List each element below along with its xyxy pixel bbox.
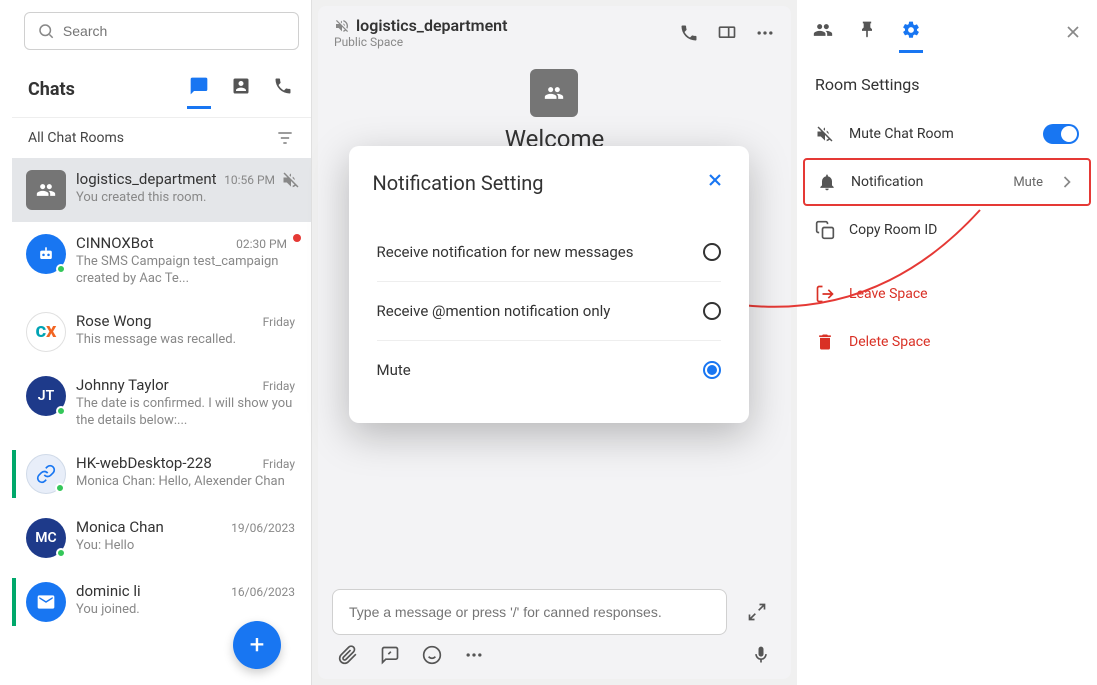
- contact-icon: [231, 76, 251, 96]
- copy-room-id-row[interactable]: Copy Room ID: [797, 206, 1097, 254]
- gear-icon: [901, 20, 921, 40]
- chat-item-1[interactable]: CINNOXBot02:30 PMThe SMS Campaign test_c…: [12, 222, 311, 300]
- modal-title: Notification Setting: [373, 171, 544, 195]
- search-box[interactable]: [24, 12, 299, 50]
- notif-option-1[interactable]: Receive @mention notification only: [377, 281, 721, 340]
- volume-off-icon: [334, 18, 350, 34]
- search-icon: [37, 21, 55, 41]
- mute-toggle[interactable]: [1043, 124, 1079, 144]
- room-name-text: logistics_department: [356, 16, 508, 35]
- leave-icon: [815, 284, 835, 304]
- emoji-icon[interactable]: [422, 645, 442, 665]
- expand-composer[interactable]: [737, 589, 777, 635]
- volume-off-icon: [815, 124, 835, 144]
- more-tools-icon[interactable]: [464, 645, 484, 665]
- chat-icon: [189, 76, 209, 96]
- notification-label: Notification: [851, 174, 999, 190]
- copy-icon: [815, 220, 835, 240]
- rp-tab-pinned[interactable]: [855, 14, 879, 53]
- call-icon[interactable]: [679, 23, 699, 43]
- room-subtitle: Public Space: [334, 35, 679, 49]
- close-panel[interactable]: [1063, 22, 1083, 46]
- room-settings-panel: Room Settings Mute Chat Room Notificatio…: [797, 0, 1097, 685]
- attach-icon[interactable]: [338, 645, 358, 665]
- canned-icon[interactable]: [380, 645, 400, 665]
- chat-list: logistics_department10:56 PMYou created …: [12, 158, 311, 685]
- screen-icon[interactable]: [717, 23, 737, 43]
- more-icon[interactable]: [755, 23, 775, 43]
- chat-item-4[interactable]: HK-webDesktop-228FridayMonica Chan: Hell…: [12, 442, 311, 506]
- filter-label[interactable]: All Chat Rooms: [28, 130, 275, 146]
- chat-item-5[interactable]: MCMonica Chan19/06/2023You: Hello: [12, 506, 311, 570]
- welcome-avatar: [530, 69, 578, 117]
- delete-space-row[interactable]: Delete Space: [797, 318, 1097, 366]
- close-icon: [1063, 22, 1083, 42]
- notification-setting-modal: Notification Setting Receive notificatio…: [349, 146, 749, 423]
- chevron-right-icon: [1057, 172, 1077, 192]
- notification-value: Mute: [1013, 175, 1043, 190]
- mic-icon[interactable]: [751, 645, 771, 665]
- phone-icon: [273, 76, 293, 96]
- filter-icon[interactable]: [275, 128, 295, 148]
- chat-item-3[interactable]: JTJohnny TaylorFridayThe date is confirm…: [12, 364, 311, 442]
- chat-item-2[interactable]: CXRose WongFridayThis message was recall…: [12, 300, 311, 364]
- chat-item-0[interactable]: logistics_department10:56 PMYou created …: [12, 158, 311, 222]
- message-input[interactable]: [332, 589, 727, 635]
- rp-tab-settings[interactable]: [899, 14, 923, 53]
- notif-option-2[interactable]: Mute: [377, 340, 721, 399]
- expand-icon: [747, 602, 767, 622]
- bell-icon: [817, 172, 837, 192]
- rp-tab-members[interactable]: [811, 14, 835, 53]
- search-input[interactable]: [63, 23, 286, 39]
- notification-row[interactable]: Notification Mute: [803, 158, 1091, 206]
- group-icon: [544, 83, 564, 103]
- room-title: logistics_department: [334, 16, 679, 35]
- tab-chats[interactable]: [187, 70, 211, 109]
- chats-title: Chats: [28, 79, 187, 100]
- delete-label: Delete Space: [849, 334, 1079, 350]
- tab-calls[interactable]: [271, 70, 295, 109]
- notif-option-0[interactable]: Receive notification for new messages: [349, 223, 749, 281]
- pin-icon: [857, 20, 877, 40]
- mute-room-row[interactable]: Mute Chat Room: [797, 110, 1097, 158]
- members-icon: [813, 20, 833, 40]
- new-chat-fab[interactable]: +: [233, 621, 281, 669]
- leave-label: Leave Space: [849, 286, 1079, 302]
- mute-label: Mute Chat Room: [849, 126, 1029, 142]
- sidebar: Chats All Chat Rooms logistics_departmen…: [12, 0, 312, 685]
- close-icon: [705, 170, 725, 190]
- leave-space-row[interactable]: Leave Space: [797, 270, 1097, 318]
- rp-title: Room Settings: [797, 61, 1097, 110]
- trash-icon: [815, 332, 835, 352]
- tab-contacts[interactable]: [229, 70, 253, 109]
- copy-label: Copy Room ID: [849, 222, 1079, 238]
- modal-close[interactable]: [705, 170, 725, 195]
